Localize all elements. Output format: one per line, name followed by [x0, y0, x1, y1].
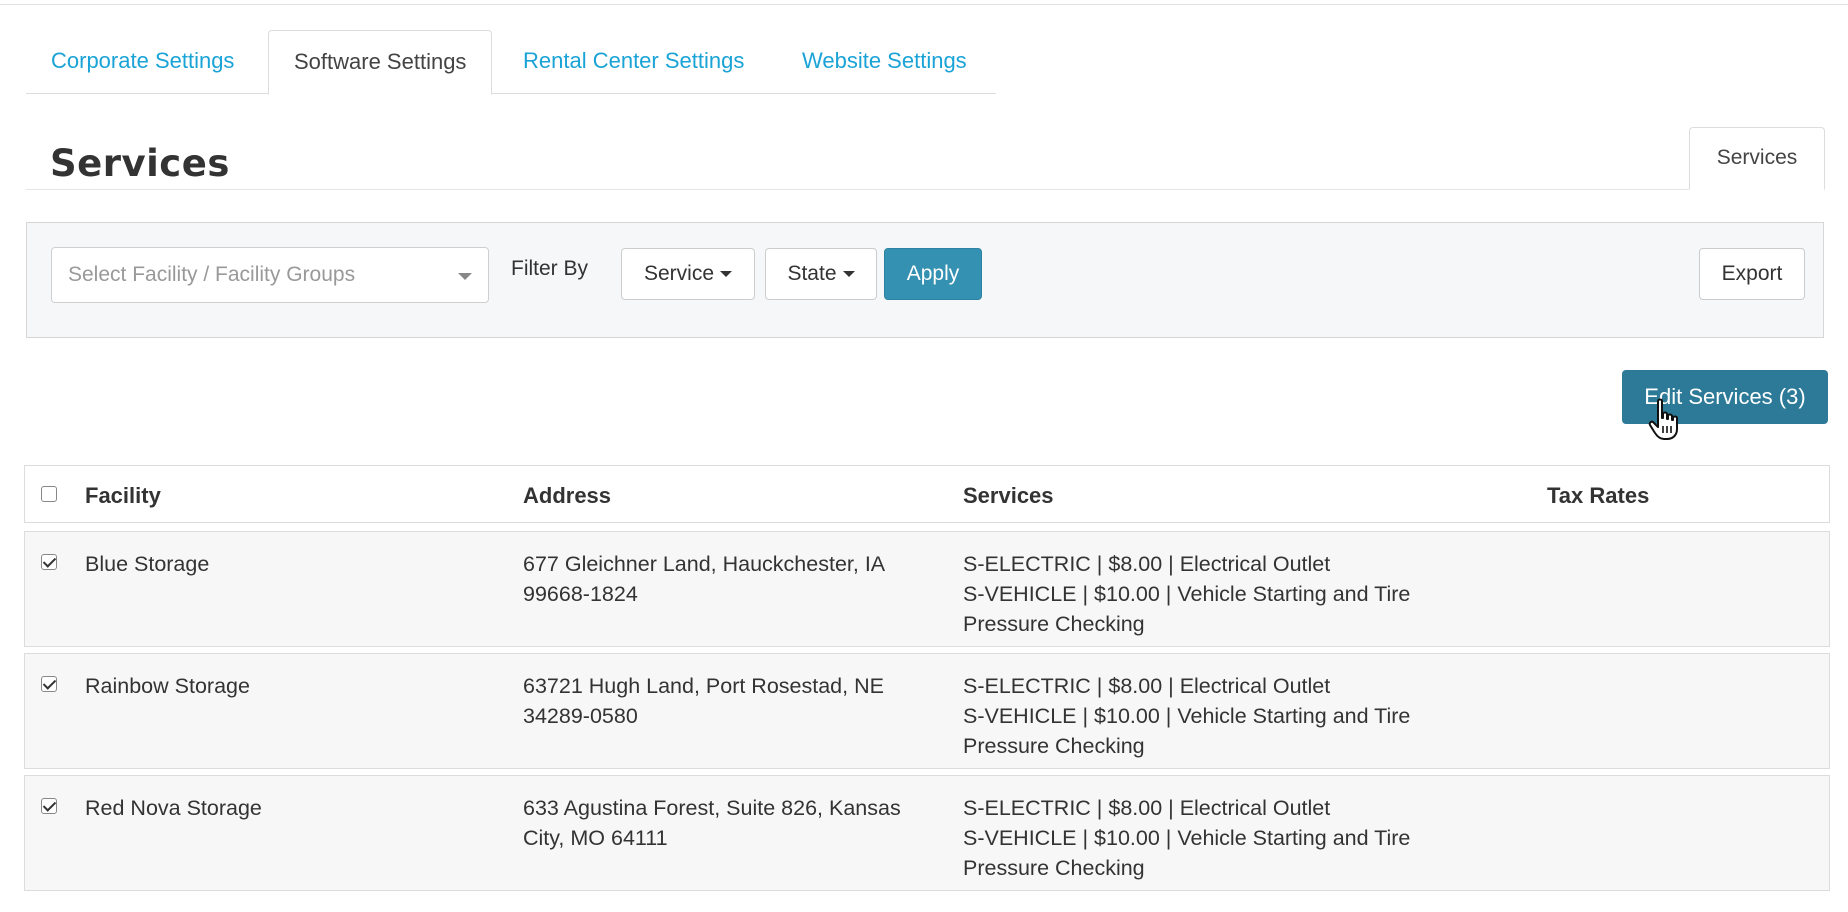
select-all-checkbox[interactable] — [41, 486, 57, 502]
service-line: S-ELECTRIC | $8.00 | Electrical Outlet — [963, 796, 1331, 820]
caret-down-icon — [842, 271, 855, 278]
facility-name: Red Nova Storage — [85, 796, 262, 820]
address-line: 677 Gleichner Land, Hauckchester, IA — [523, 552, 886, 576]
row-checkbox[interactable] — [41, 676, 57, 692]
header-address: Address — [523, 483, 612, 508]
state-dropdown[interactable]: State — [765, 248, 877, 300]
address-line: 633 Agustina Forest, Suite 826, Kansas — [523, 796, 901, 820]
service-dropdown-label: Service — [643, 262, 715, 285]
table-row: Red Nova Storage 633 Agustina Forest, Su… — [24, 775, 1830, 891]
facility-services: S-ELECTRIC | $8.00 | Electrical Outlet S… — [963, 549, 1483, 639]
address-line: City, MO 64111 — [523, 826, 668, 850]
facility-name: Blue Storage — [85, 552, 210, 576]
caret-down-icon — [458, 273, 472, 280]
facility-select-placeholder: Select Facility / Facility Groups — [68, 263, 356, 286]
facility-address: 63721 Hugh Land, Port Rosestad, NE 34289… — [523, 671, 943, 731]
service-line: Pressure Checking — [963, 856, 1145, 880]
service-line: S-VEHICLE | $10.00 | Vehicle Starting an… — [963, 704, 1411, 728]
header-tax-rates: Tax Rates — [1547, 483, 1650, 508]
address-line: 34289-0580 — [523, 704, 638, 728]
service-line: S-ELECTRIC | $8.00 | Electrical Outlet — [963, 552, 1331, 576]
facility-address: 677 Gleichner Land, Hauckchester, IA 996… — [523, 549, 943, 609]
header-services: Services — [963, 483, 1054, 508]
facility-name: Rainbow Storage — [85, 674, 250, 698]
header-facility: Facility — [85, 483, 161, 508]
service-line: Pressure Checking — [963, 612, 1145, 636]
service-line: S-VEHICLE | $10.00 | Vehicle Starting an… — [963, 582, 1411, 606]
facility-services: S-ELECTRIC | $8.00 | Electrical Outlet S… — [963, 671, 1483, 761]
filter-panel: Select Facility / Facility Groups Filter… — [26, 222, 1824, 338]
caret-down-icon — [720, 271, 733, 278]
row-checkbox[interactable] — [41, 798, 57, 814]
section-divider — [26, 189, 1824, 190]
table-row: Blue Storage 677 Gleichner Land, Hauckch… — [24, 531, 1830, 647]
top-divider — [0, 4, 1848, 5]
table-header: Facility Address Services Tax Rates — [24, 465, 1830, 523]
tab-rental-center-settings[interactable]: Rental Center Settings — [498, 30, 769, 94]
service-line: S-VEHICLE | $10.00 | Vehicle Starting an… — [963, 826, 1411, 850]
tab-software-settings[interactable]: Software Settings — [268, 30, 493, 95]
facility-services: S-ELECTRIC | $8.00 | Electrical Outlet S… — [963, 793, 1483, 883]
export-button[interactable]: Export — [1699, 248, 1805, 300]
settings-tabs: Corporate Settings Software Settings Ren… — [26, 30, 996, 95]
facility-select[interactable]: Select Facility / Facility Groups — [51, 247, 489, 303]
filter-by-label: Filter By — [511, 257, 589, 280]
service-dropdown[interactable]: Service — [621, 248, 755, 300]
tab-services[interactable]: Services — [1689, 127, 1825, 190]
tab-corporate-settings[interactable]: Corporate Settings — [26, 30, 259, 94]
page-title: Services — [50, 142, 230, 185]
address-line: 99668-1824 — [523, 582, 638, 606]
table-row: Rainbow Storage 63721 Hugh Land, Port Ro… — [24, 653, 1830, 769]
state-dropdown-label: State — [787, 262, 837, 285]
tab-website-settings[interactable]: Website Settings — [777, 30, 992, 94]
service-line: S-ELECTRIC | $8.00 | Electrical Outlet — [963, 674, 1331, 698]
facility-address: 633 Agustina Forest, Suite 826, Kansas C… — [523, 793, 943, 853]
apply-button[interactable]: Apply — [884, 248, 982, 300]
hand-pointer-icon — [1648, 398, 1678, 440]
service-line: Pressure Checking — [963, 734, 1145, 758]
row-checkbox[interactable] — [41, 554, 57, 570]
address-line: 63721 Hugh Land, Port Rosestad, NE — [523, 674, 884, 698]
